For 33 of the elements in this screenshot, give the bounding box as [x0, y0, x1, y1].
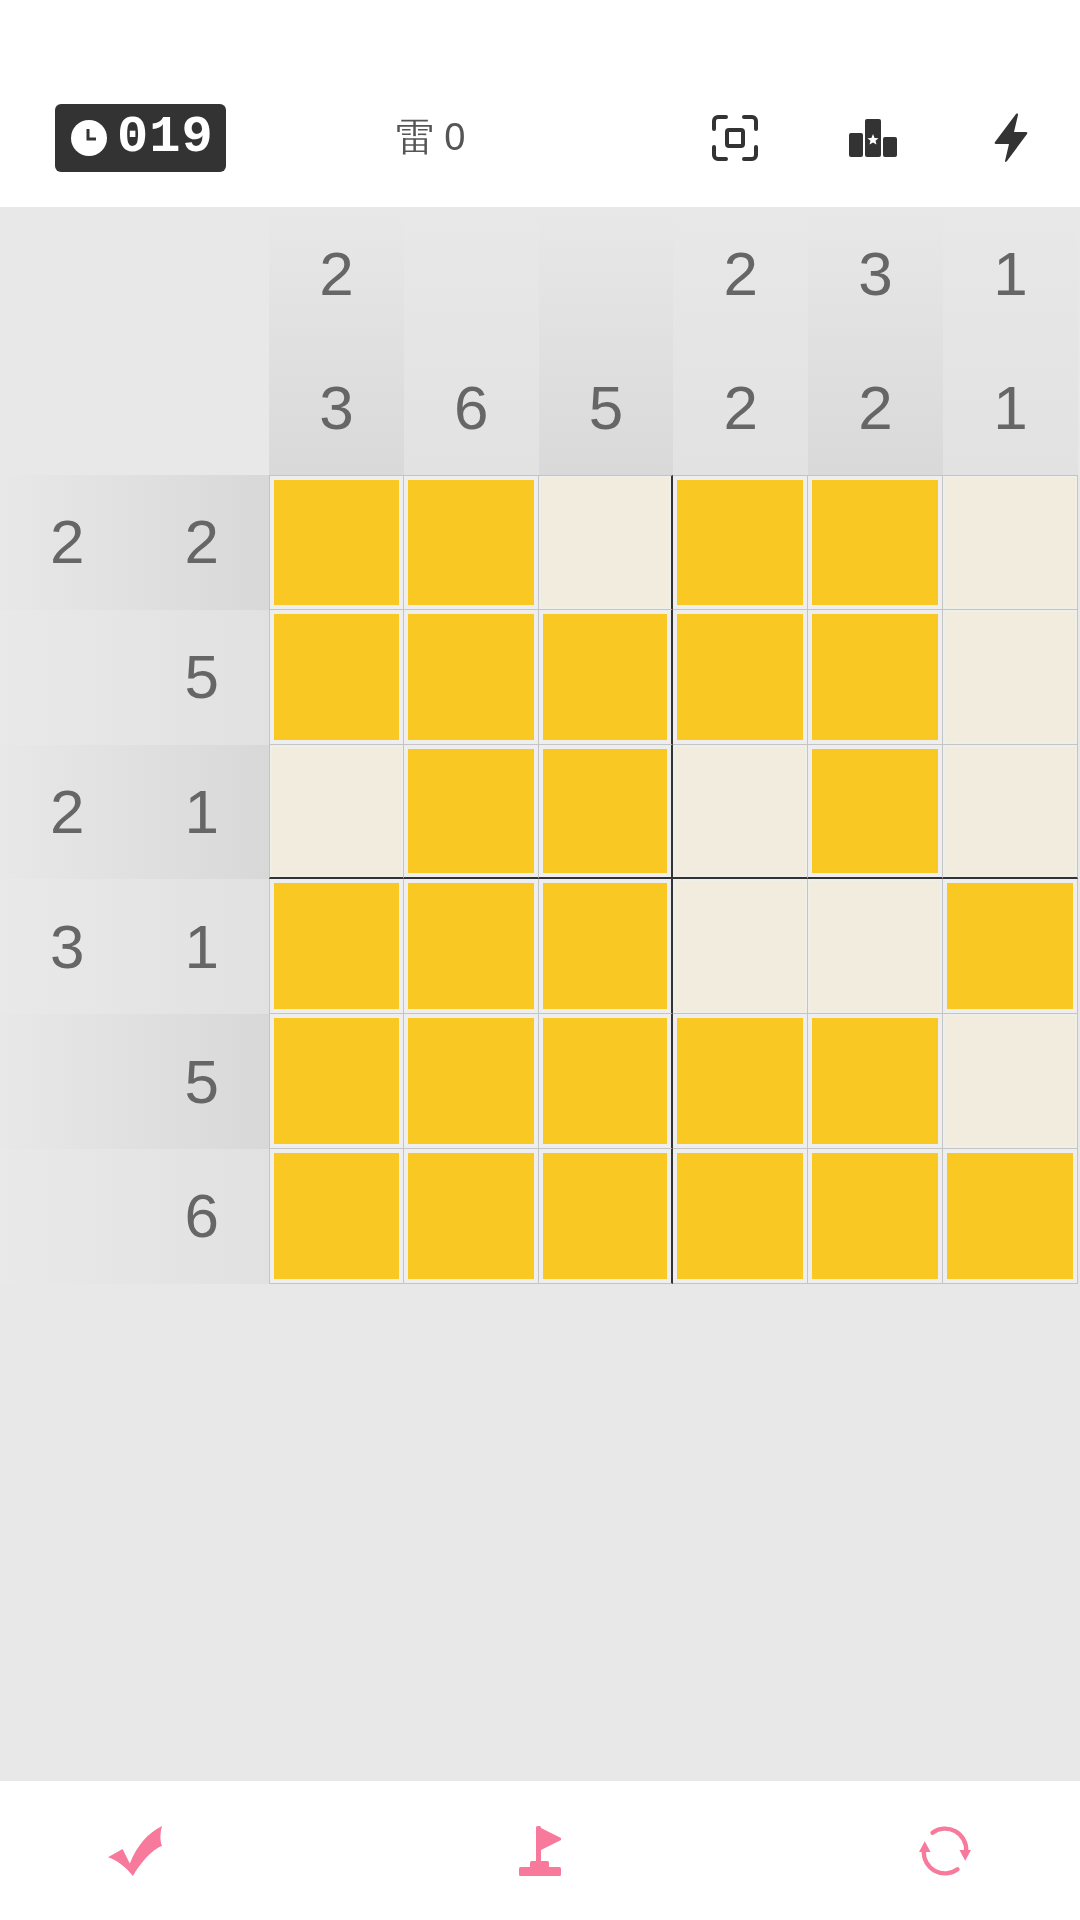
filled-cell[interactable]	[538, 1149, 674, 1284]
clue-number: 2	[319, 243, 354, 305]
podium-icon	[849, 118, 897, 157]
clue-number: 1	[993, 243, 1028, 305]
clue-number: 3	[858, 243, 893, 305]
refresh-icon	[919, 1824, 971, 1877]
clue-number: 2	[50, 511, 85, 574]
clue-number: 5	[184, 1050, 219, 1113]
clue-number: 1	[184, 915, 219, 978]
clue-number: 2	[723, 377, 759, 439]
flag-icon	[519, 1825, 561, 1876]
lightning-bolt-icon	[992, 111, 1030, 164]
clue-number: 2	[723, 243, 759, 305]
focus-frame-icon	[712, 114, 758, 161]
clue-number: 3	[50, 915, 85, 978]
clue-number: 1	[184, 781, 219, 843]
clue-number: 5	[588, 377, 624, 439]
filled-cell[interactable]	[538, 1014, 674, 1149]
clue-number: 3	[319, 377, 354, 439]
clue-number: 6	[453, 377, 489, 439]
clue-number: 2	[50, 781, 85, 843]
filled-cell[interactable]	[538, 744, 674, 880]
clue-number: 2	[184, 511, 219, 574]
filled-cell[interactable]	[538, 609, 674, 745]
clue-number: 1	[993, 377, 1028, 439]
clue-number: 5	[184, 646, 219, 709]
filled-cell[interactable]	[538, 879, 674, 1015]
clock-icon	[71, 119, 107, 156]
checkmark-icon	[108, 1825, 162, 1876]
clue-number: 2	[858, 377, 893, 439]
mine-count: 雷 0	[395, 115, 466, 160]
clue-number: 6	[184, 1185, 219, 1248]
timer-value: 019	[117, 111, 214, 164]
